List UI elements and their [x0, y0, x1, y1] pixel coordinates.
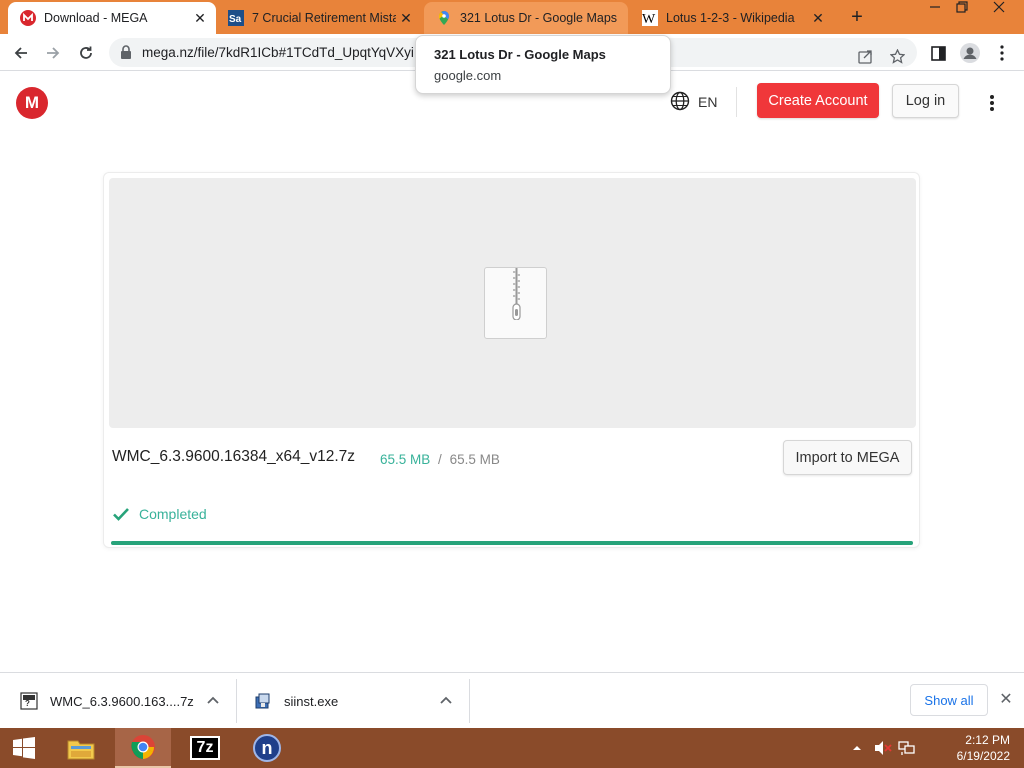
status-label: Completed	[139, 506, 207, 522]
progress-fill	[111, 541, 913, 545]
chevron-up-icon[interactable]	[439, 693, 453, 707]
back-icon[interactable]	[8, 40, 34, 66]
close-window-icon[interactable]	[984, 0, 1014, 20]
downloaded-size: 65.5 MB	[380, 452, 431, 467]
download-item[interactable]: siinst.exe	[254, 673, 469, 729]
close-tab-icon[interactable]: ✕	[808, 8, 828, 28]
volume-muted-icon[interactable]	[874, 728, 892, 768]
windows-taskbar: 7z n 2:12 PM 6/19/2022	[0, 728, 1024, 768]
wikipedia-icon: W	[642, 10, 658, 26]
download-file-name: WMC_6.3.9600.163....7z	[50, 693, 194, 709]
close-shelf-icon[interactable]: ✕	[997, 691, 1015, 709]
installer-file-icon	[255, 693, 270, 709]
svg-text:?: ?	[25, 699, 30, 708]
shelf-divider	[469, 679, 470, 723]
file-size-info: 65.5 MB / 65.5 MB	[380, 452, 500, 467]
file-explorer-icon[interactable]	[57, 728, 105, 768]
tab-title: Lotus 1-2-3 - Wikipedia	[666, 11, 795, 25]
size-separator: /	[438, 452, 442, 467]
download-progress-bar	[111, 541, 913, 545]
tab-title: 321 Lotus Dr - Google Maps	[460, 11, 618, 25]
file-download-card: WMC_6.3.9600.16384_x64_v12.7z 65.5 MB / …	[103, 172, 920, 548]
show-all-downloads-button[interactable]: Show all	[910, 684, 988, 716]
new-tab-button[interactable]: +	[844, 5, 870, 31]
tab-download-mega[interactable]: Download - MEGA ✕	[8, 2, 216, 34]
svg-text:W: W	[642, 12, 656, 26]
download-status: Completed	[112, 505, 207, 523]
total-size: 65.5 MB	[449, 452, 500, 467]
clock-date: 6/19/2022	[956, 749, 1010, 763]
tab-hover-card: 321 Lotus Dr - Google Maps google.com	[415, 35, 671, 94]
hover-card-title: 321 Lotus Dr - Google Maps	[434, 47, 606, 62]
file-name: WMC_6.3.9600.16384_x64_v12.7z	[112, 448, 355, 465]
mega-logo[interactable]: M	[16, 87, 48, 119]
network-icon[interactable]	[898, 728, 916, 768]
close-tab-icon[interactable]: ✕	[396, 8, 416, 28]
language-selector[interactable]: EN	[670, 91, 717, 113]
reload-icon[interactable]	[73, 40, 99, 66]
tab-title: Download - MEGA	[44, 11, 148, 25]
tab-strip: Download - MEGA ✕ Sa 7 Crucial Retiremen…	[0, 0, 1024, 34]
svg-text:Sa: Sa	[229, 14, 242, 25]
create-account-button[interactable]: Create Account	[757, 83, 879, 118]
forward-icon[interactable]	[40, 40, 66, 66]
clock-time: 2:12 PM	[965, 733, 1010, 747]
check-icon	[113, 508, 129, 521]
file-preview-area	[109, 178, 916, 428]
chrome-icon[interactable]	[115, 728, 171, 768]
download-item[interactable]: ? WMC_6.3.9600.163....7z	[20, 673, 235, 729]
sa-icon: Sa	[228, 10, 244, 26]
shelf-divider	[236, 679, 237, 723]
login-button[interactable]: Log in	[892, 84, 959, 118]
system-clock[interactable]: 2:12 PM 6/19/2022	[940, 732, 1010, 764]
close-tab-icon[interactable]: ✕	[190, 8, 210, 28]
zip-archive-icon	[484, 267, 547, 339]
tab-wikipedia[interactable]: W Lotus 1-2-3 - Wikipedia ✕	[630, 2, 834, 34]
tab-title: 7 Crucial Retirement Mistakes	[252, 11, 396, 25]
side-panel-icon[interactable]	[925, 40, 951, 66]
archive-file-icon: ?	[20, 692, 38, 710]
header-divider	[736, 87, 737, 117]
google-maps-icon	[436, 10, 452, 26]
download-file-name: siinst.exe	[284, 693, 339, 709]
download-shelf: ? WMC_6.3.9600.163....7z siinst.exe Show…	[0, 672, 1024, 728]
tab-retirement-mistakes[interactable]: Sa 7 Crucial Retirement Mistakes ✕	[216, 2, 422, 34]
7zip-icon[interactable]: 7z	[181, 728, 229, 768]
restore-icon[interactable]	[947, 0, 977, 20]
import-to-mega-button[interactable]: Import to MEGA	[783, 440, 912, 475]
language-label: EN	[698, 94, 718, 110]
start-icon[interactable]	[0, 728, 48, 768]
globe-icon	[670, 91, 690, 114]
lock-icon[interactable]	[120, 45, 132, 64]
mega-icon	[20, 10, 36, 26]
minimize-icon[interactable]	[920, 0, 950, 20]
browser-menu-icon[interactable]	[989, 40, 1015, 66]
more-options-icon[interactable]	[984, 92, 1000, 114]
hover-card-domain: google.com	[434, 68, 502, 83]
bookmark-star-icon[interactable]	[889, 48, 906, 69]
n-app-icon[interactable]: n	[243, 728, 291, 768]
tray-expand-icon[interactable]	[852, 728, 862, 768]
url-text[interactable]: mega.nz/file/7kdR1ICb#1TCdTd_UpqtYqVXyi	[142, 45, 422, 60]
chevron-up-icon[interactable]	[206, 693, 220, 707]
share-icon[interactable]	[858, 49, 873, 69]
profile-avatar-icon[interactable]	[957, 40, 983, 66]
tab-google-maps[interactable]: 321 Lotus Dr - Google Maps	[424, 2, 628, 34]
